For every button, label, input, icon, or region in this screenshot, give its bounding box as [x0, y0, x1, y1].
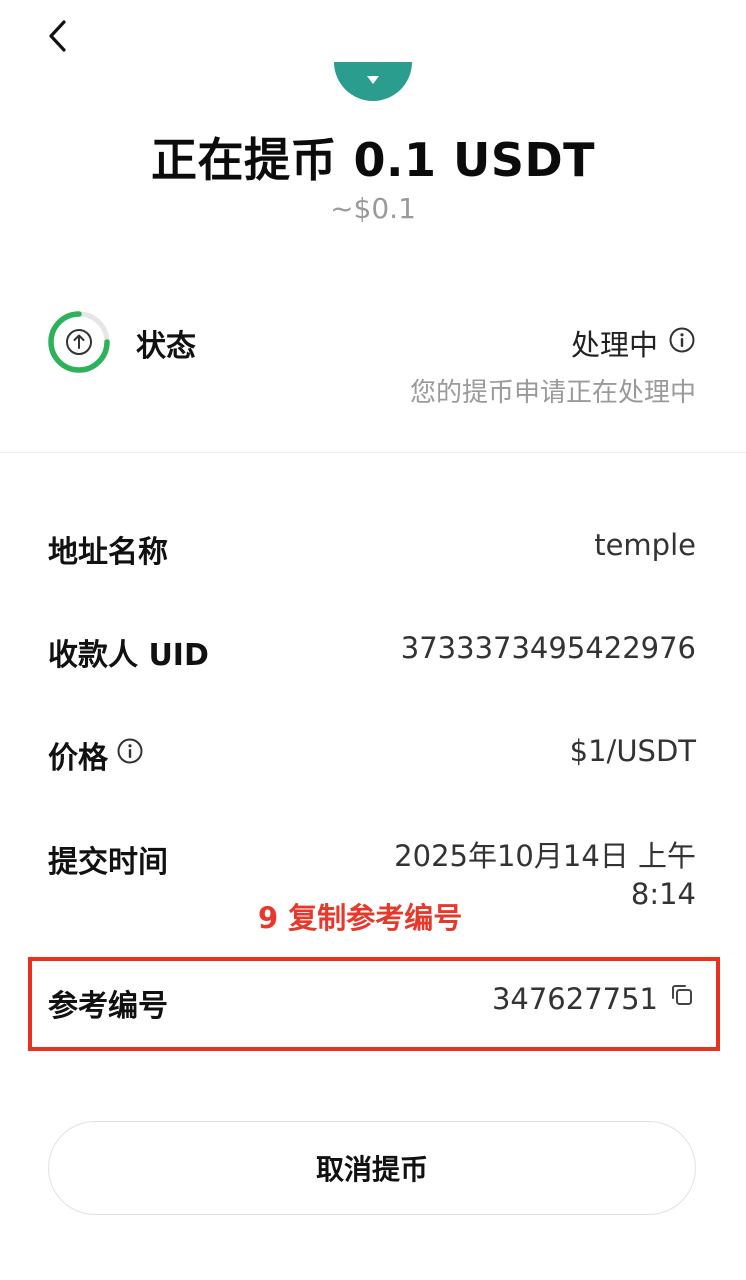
recipient-uid-label: 收款人 UID [48, 638, 209, 673]
fiat-amount: ~$0.1 [330, 192, 416, 225]
status-description: 您的提币申请正在处理中 [409, 378, 696, 408]
chevron-left-icon [49, 20, 66, 52]
status-text: 处理中 [570, 328, 658, 362]
submit-time-label: 提交时间 [48, 845, 168, 880]
back-button[interactable] [36, 14, 80, 58]
status-label: 状态 [136, 329, 196, 364]
upload-circle-icon [46, 309, 112, 375]
status-value: 处理中 [571, 322, 696, 364]
reference-no-label: 参考编号 [48, 989, 168, 1024]
reference-no-value: 347627751 [492, 981, 696, 1016]
price-label: 价格 [48, 741, 108, 776]
page-title: 正在提币 0.1 USDT [150, 133, 596, 187]
divider [0, 452, 746, 453]
copy-icon[interactable] [668, 981, 696, 1016]
reference-no-text: 347627751 [491, 981, 658, 1016]
cancel-withdrawal-button[interactable]: 取消提币 [48, 1121, 696, 1215]
price-row-label: 价格 [48, 733, 144, 777]
submit-time-date: 2025年10月14日 上午 [394, 839, 696, 873]
recipient-uid-value: 3733373495422976 [400, 631, 696, 665]
coin-icon [334, 62, 412, 112]
annotation-step: 9 复制参考编号 [258, 901, 463, 935]
price-value: $1/USDT [569, 734, 696, 768]
info-icon[interactable] [668, 326, 696, 361]
info-icon[interactable] [116, 737, 144, 773]
address-name-label: 地址名称 [48, 535, 168, 570]
address-name-value: temple [594, 528, 696, 562]
